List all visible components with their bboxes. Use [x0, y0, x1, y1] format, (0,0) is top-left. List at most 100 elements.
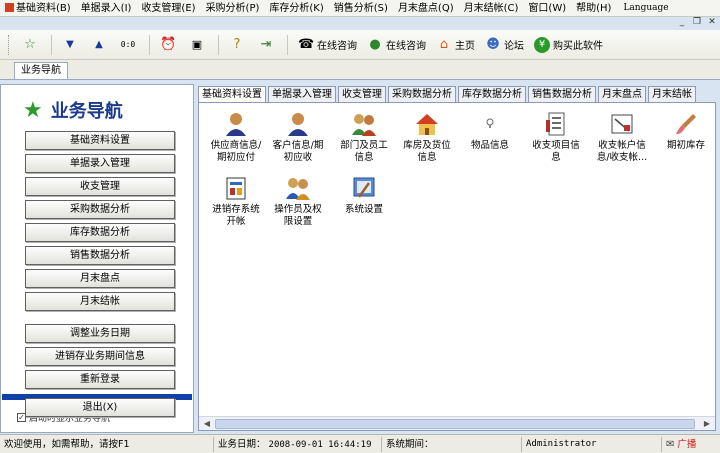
- menu-help[interactable]: 帮助(H): [571, 0, 616, 17]
- module-income-expense-accounts[interactable]: 收支帐户信 息/收支帐...: [587, 111, 657, 164]
- tab-sales-analysis[interactable]: 销售数据分析: [528, 86, 596, 102]
- nav-month-end-close-button[interactable]: 月末结帐: [25, 292, 175, 311]
- module-warehouse-location[interactable]: 库房及货位 信息: [392, 111, 462, 164]
- house-icon: [416, 114, 438, 135]
- status-system-period: 系统期间：: [382, 436, 522, 452]
- toolbar-separator: [218, 34, 219, 55]
- tab-month-end-close[interactable]: 月末结帐: [648, 86, 696, 102]
- business-navigation-panel: ★ 业务导航 基础资料设置 单据录入管理 收支管理 采购数据分析 库存数据分析 …: [0, 84, 194, 433]
- menu-income-expense[interactable]: 收支管理(E): [136, 0, 200, 17]
- help-button[interactable]: ?: [224, 34, 253, 56]
- alarm-button[interactable]: ⏰: [155, 34, 184, 56]
- account-ledger-icon: [611, 114, 633, 134]
- relogin-button[interactable]: 重新登录: [25, 370, 175, 389]
- business-period-info-button[interactable]: 进销存业务期间信息: [25, 347, 175, 366]
- nav-month-end-stocktake-button[interactable]: 月末盘点: [25, 269, 175, 288]
- forum-button[interactable]: ☻ 论坛: [480, 34, 529, 56]
- person-icon: [226, 113, 246, 136]
- menu-language[interactable]: Language: [618, 0, 673, 17]
- module-department-employee[interactable]: 部门及员工 信息: [329, 111, 399, 164]
- module-supplier-info[interactable]: 供应商信息/期初应付: [201, 111, 271, 164]
- toolbar: ☆ ▼ ▲ 0:0 ⏰ ▣ ? ⇥ ☎ 在线咨询 ● 在线咨询 ⌂ 主页 ☻ 论坛 ¥ 购…: [0, 30, 720, 60]
- currency-yen-icon: ¥: [534, 36, 550, 53]
- star-icon: ☆: [24, 36, 36, 52]
- triangle-up-icon: ▲: [95, 38, 103, 50]
- status-business-date: 业务日期： 2008-09-01 16:44:19: [214, 436, 382, 452]
- online-consult-button-1[interactable]: ☎ 在线咨询: [293, 34, 362, 56]
- calculator-button[interactable]: 0:0: [115, 34, 144, 56]
- module-open-accounts[interactable]: 进销存系统 开帐: [201, 175, 271, 228]
- menu-purchase-analysis[interactable]: 采购分析(P): [201, 0, 265, 17]
- mail-icon: ✉: [666, 438, 675, 450]
- report-book-icon: [226, 177, 246, 200]
- online-consult-button-2[interactable]: ● 在线咨询: [362, 34, 431, 56]
- tab-inventory-analysis[interactable]: 库存数据分析: [458, 86, 526, 102]
- module-system-settings[interactable]: 系统设置: [329, 175, 399, 216]
- brush-icon: [676, 114, 696, 135]
- calculator-icon: 0:0: [120, 39, 136, 49]
- scroll-left-icon[interactable]: ◀: [201, 418, 213, 430]
- move-up-button[interactable]: ▲: [86, 34, 115, 56]
- toolbar-separator: [149, 34, 150, 55]
- adjust-business-date-button[interactable]: 调整业务日期: [25, 324, 175, 343]
- nav-basic-data-settings-button[interactable]: 基础资料设置: [25, 131, 175, 150]
- menu-basic-data[interactable]: 基础资料(B): [0, 0, 76, 17]
- nav-sales-analysis-button[interactable]: 销售数据分析: [25, 246, 175, 265]
- mdi-window-controls: _ ❐ ✕: [676, 17, 718, 28]
- status-broadcast[interactable]: ✉ 广播: [662, 437, 720, 452]
- status-bar: 欢迎使用，如需帮助，请按F1 业务日期： 2008-09-01 16:44:19…: [0, 434, 720, 453]
- home-button[interactable]: ⌂ 主页: [431, 34, 480, 56]
- menu-inventory-analysis[interactable]: 库存分析(K): [264, 0, 328, 17]
- help-question-icon: ?: [233, 36, 241, 52]
- toolbar-grip[interactable]: [8, 34, 11, 55]
- panel-title: ★ 业务导航: [23, 97, 123, 123]
- tab-document-entry[interactable]: 单据录入管理: [268, 86, 336, 102]
- document-list-icon: [546, 112, 565, 136]
- toolbar-separator: [51, 34, 52, 55]
- restore-icon[interactable]: ❐: [691, 17, 703, 28]
- tab-purchase-analysis[interactable]: 采购数据分析: [388, 86, 456, 102]
- home-icon: ⌂: [439, 36, 449, 52]
- menu-sales-analysis[interactable]: 销售分析(S): [329, 0, 393, 17]
- exit-button[interactable]: 退出(X): [25, 398, 175, 417]
- close-icon[interactable]: ✕: [706, 17, 718, 28]
- tab-month-end-stocktake[interactable]: 月末盘点: [598, 86, 646, 102]
- tab-basic-data-settings[interactable]: 基础资料设置: [198, 86, 266, 103]
- app-icon: [5, 2, 14, 12]
- minimize-icon[interactable]: _: [676, 17, 688, 28]
- nav-star-button[interactable]: ☆: [17, 34, 46, 56]
- alarm-clock-icon: ⏰: [160, 36, 177, 52]
- settings-tools-icon: [353, 177, 375, 198]
- scroll-right-icon[interactable]: ▶: [701, 418, 713, 430]
- move-down-button[interactable]: ▼: [57, 34, 86, 56]
- menu-month-end-stocktake[interactable]: 月末盘点(Q): [393, 0, 459, 17]
- horizontal-scrollbar[interactable]: ◀ ▶: [199, 416, 715, 430]
- module-customer-info[interactable]: 客户信息/期 初应收: [263, 111, 333, 164]
- menu-bar: 基础资料(B) 单据录入(I) 收支管理(E) 采购分析(P) 库存分析(K) …: [0, 0, 720, 17]
- nav-income-expense-button[interactable]: 收支管理: [25, 177, 175, 196]
- nav-inventory-analysis-button[interactable]: 库存数据分析: [25, 223, 175, 242]
- menu-month-end-close[interactable]: 月末结帐(C): [459, 0, 524, 17]
- module-item-info[interactable]: 物品信息: [455, 111, 525, 152]
- module-income-expense-items[interactable]: 收支项目信息: [521, 111, 591, 164]
- forum-users-icon: ☻: [486, 36, 500, 52]
- buy-software-button[interactable]: ¥ 购买此软件: [529, 34, 608, 56]
- module-operator-permissions[interactable]: 操作员及权 限设置: [263, 175, 333, 228]
- module-opening-inventory[interactable]: 期初库存: [651, 111, 720, 152]
- exit-button[interactable]: ⇥: [253, 34, 282, 56]
- nav-purchase-analysis-button[interactable]: 采购数据分析: [25, 200, 175, 219]
- tab-business-navigation[interactable]: 业务导航: [14, 62, 68, 79]
- panel-title-text: 业务导航: [50, 101, 123, 122]
- tab-income-expense[interactable]: 收支管理: [338, 86, 386, 102]
- monitor-icon: ▣: [191, 37, 203, 51]
- menu-document-entry[interactable]: 单据录入(I): [76, 0, 137, 17]
- star-icon: ★: [23, 97, 43, 123]
- scrollbar-thumb[interactable]: [215, 419, 695, 429]
- module-content-area: 供应商信息/期初应付 客户信息/期 初应收 部门及员工 信息 库房及货位 信息 物品信…: [198, 102, 716, 431]
- status-welcome: 欢迎使用，如需帮助，请按F1: [0, 436, 214, 452]
- person-icon: [288, 113, 308, 136]
- triangle-down-icon: ▼: [66, 38, 74, 50]
- screen-button[interactable]: ▣: [184, 34, 213, 56]
- menu-window[interactable]: 窗口(W): [523, 0, 571, 17]
- nav-document-entry-button[interactable]: 单据录入管理: [25, 154, 175, 173]
